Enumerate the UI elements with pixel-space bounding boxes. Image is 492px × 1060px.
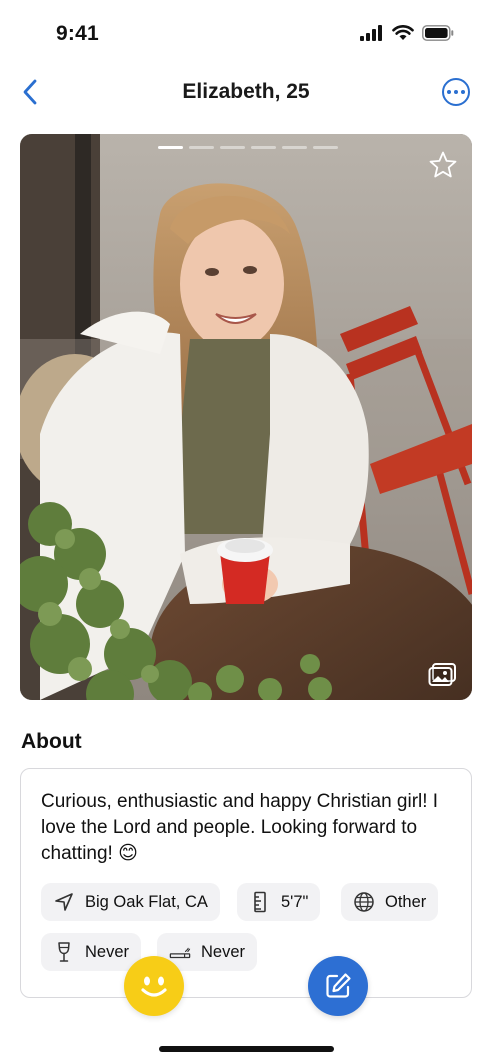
profile-photo[interactable] xyxy=(20,134,472,700)
pager-segment xyxy=(189,146,214,149)
chip-religion: Other xyxy=(341,883,439,921)
globe-icon xyxy=(353,891,375,913)
nav-bar: Elizabeth, 25 xyxy=(0,66,492,120)
chip-label: Never xyxy=(85,942,130,961)
photo-gallery-button[interactable] xyxy=(428,662,458,688)
pager-segment xyxy=(282,146,307,149)
more-dot xyxy=(461,90,465,94)
wifi-icon xyxy=(392,25,414,40)
chip-label: Big Oak Flat, CA xyxy=(85,892,208,911)
star-icon xyxy=(429,151,457,178)
wine-glass-icon xyxy=(53,941,75,963)
pager-segment xyxy=(251,146,276,149)
smiley-face-icon xyxy=(141,976,167,997)
ruler-icon xyxy=(249,891,271,913)
favorite-button[interactable] xyxy=(428,150,458,180)
send-smile-button[interactable] xyxy=(124,956,184,1016)
profile-photo-image xyxy=(20,134,472,700)
about-heading: About xyxy=(21,730,82,753)
pager-segment xyxy=(313,146,338,149)
battery-icon xyxy=(422,25,454,41)
status-bar: 9:41 xyxy=(0,0,492,66)
status-icons xyxy=(360,25,454,41)
pager-segment xyxy=(220,146,245,149)
chip-label: Never xyxy=(201,942,246,961)
profile-name-title: Elizabeth, 25 xyxy=(182,80,310,103)
home-indicator[interactable] xyxy=(159,1046,334,1052)
pager-segment xyxy=(158,146,183,149)
about-card: Curious, enthusiastic and happy Christia… xyxy=(20,768,472,998)
compose-icon xyxy=(326,973,351,998)
cellular-signal-icon xyxy=(360,25,382,41)
chip-location: Big Oak Flat, CA xyxy=(41,883,220,921)
chip-label: 5'7" xyxy=(281,892,309,911)
more-dot xyxy=(447,90,451,94)
chip-height: 5'7" xyxy=(237,883,321,921)
more-dot xyxy=(454,90,458,94)
about-bio: Curious, enthusiastic and happy Christia… xyxy=(41,791,439,864)
location-icon xyxy=(53,891,75,913)
photo-pager xyxy=(158,146,338,149)
chip-label: Other xyxy=(385,892,427,911)
compose-message-button[interactable] xyxy=(308,956,368,1016)
photo-gallery-icon xyxy=(428,663,456,686)
status-time: 9:41 xyxy=(56,22,99,45)
more-options-button[interactable] xyxy=(442,78,470,106)
